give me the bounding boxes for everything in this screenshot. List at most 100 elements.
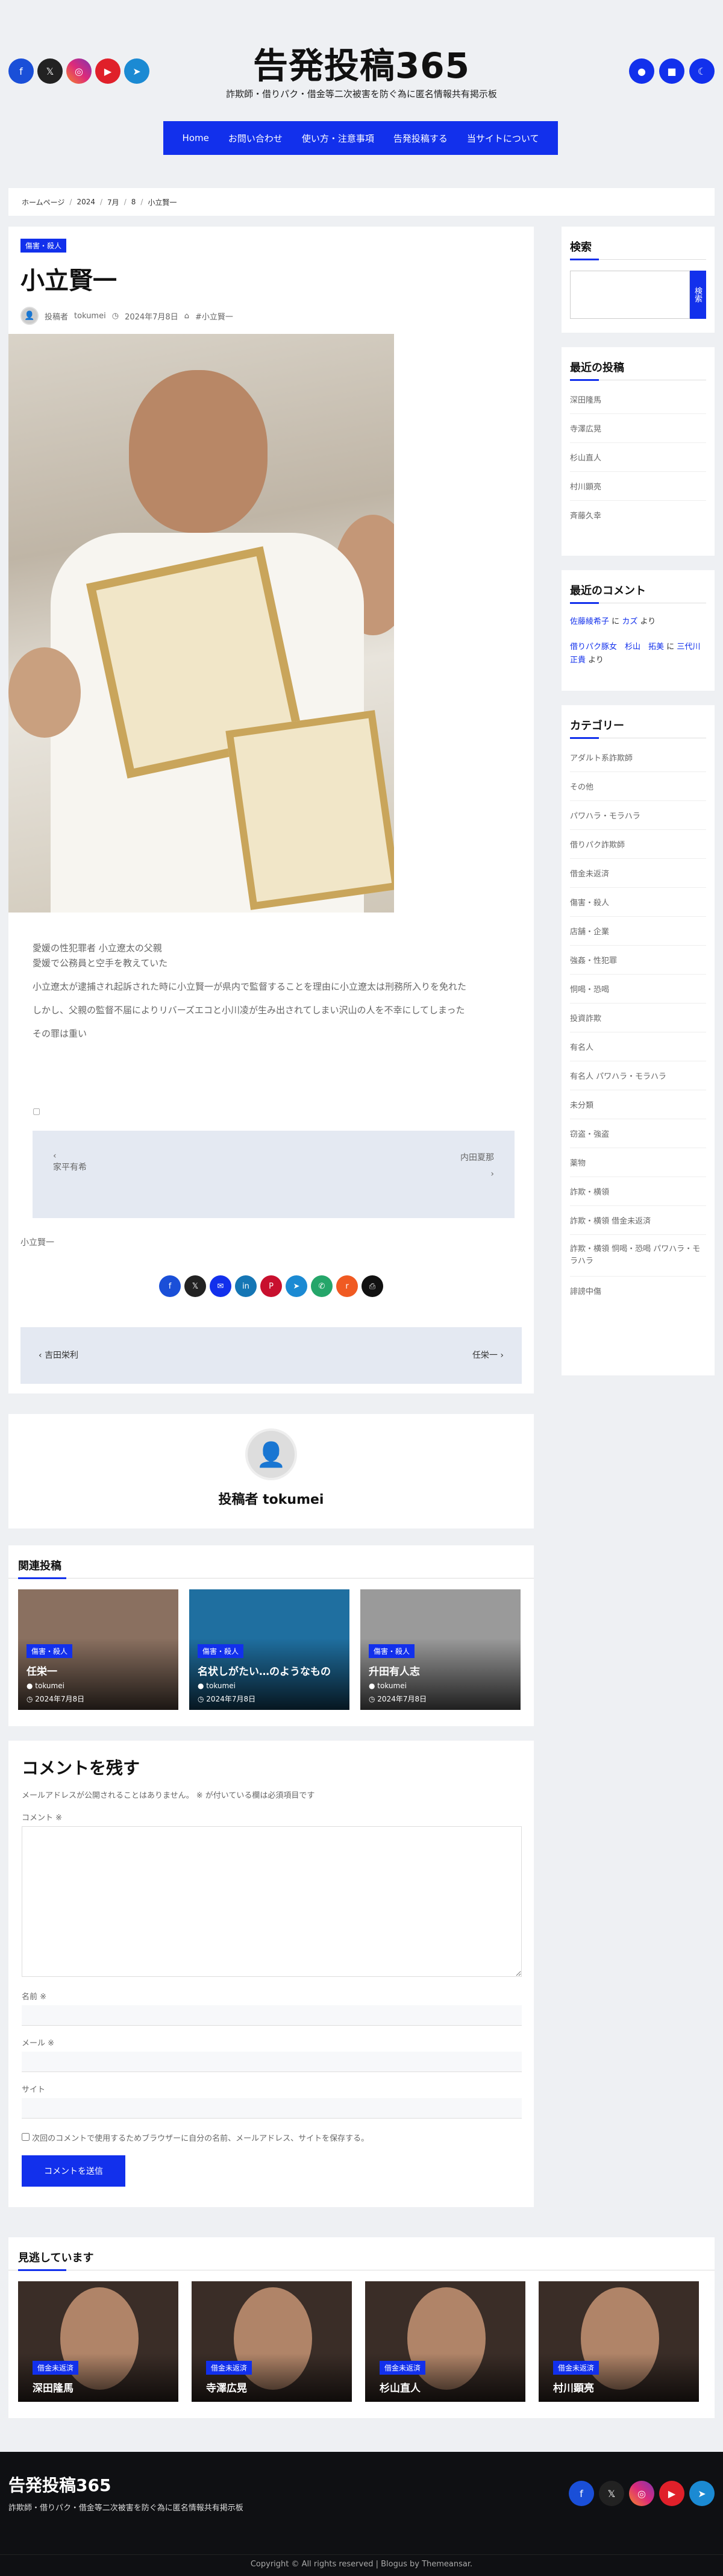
related-card[interactable]: 傷害・殺人 名状しがたい…のようなもの ● tokumei ◷ 2024年7月8… <box>189 1589 349 1710</box>
nav-post[interactable]: 告発投稿する <box>384 132 457 145</box>
category-item[interactable]: その他 <box>570 772 706 801</box>
related-category[interactable]: 傷害・殺人 <box>369 1644 415 1658</box>
category-badge[interactable]: 傷害・殺人 <box>20 239 67 253</box>
category-item[interactable]: 有名人 <box>570 1032 706 1061</box>
related-post-title[interactable]: 名状しがたい…のようなもの <box>198 1663 341 1678</box>
facebook-icon[interactable]: f <box>159 1275 181 1297</box>
site-title[interactable]: 告発投稿365 <box>0 37 723 88</box>
telegram-icon[interactable]: ➤ <box>689 2481 715 2506</box>
whatsapp-icon[interactable]: ✆ <box>311 1275 333 1297</box>
related-post-title[interactable]: 任栄一 <box>27 1663 170 1678</box>
related-card[interactable]: 傷害・殺人 任栄一 ● tokumei ◷ 2024年7月8日 <box>18 1589 178 1710</box>
x-icon[interactable]: 𝕏 <box>599 2481 624 2506</box>
email-field[interactable] <box>22 2052 522 2072</box>
category-item[interactable]: 詐欺・横領 借金未返済 <box>570 1206 706 1235</box>
missed-post-title[interactable]: 杉山直人 <box>380 2380 511 2395</box>
email-icon[interactable]: ✉ <box>210 1275 231 1297</box>
related-category[interactable]: 傷害・殺人 <box>27 1644 73 1658</box>
missed-category[interactable]: 借金未返済 <box>553 2361 599 2375</box>
article-tag[interactable]: #小立賢一 <box>195 310 233 322</box>
breadcrumb-month[interactable]: 7月 <box>107 197 119 207</box>
search-button[interactable]: 検索 <box>690 271 706 319</box>
category-item[interactable]: 借りパク詐欺師 <box>570 830 706 859</box>
nav-contact[interactable]: お問い合わせ <box>219 132 292 145</box>
recent-post-item[interactable]: 寺澤広晃 <box>570 414 706 443</box>
missed-category[interactable]: 借金未返済 <box>206 2361 252 2375</box>
photo-face <box>129 370 268 533</box>
category-item[interactable]: 借金未返済 <box>570 859 706 888</box>
missed-post-title[interactable]: 村川顕亮 <box>553 2380 684 2395</box>
author-avatar[interactable]: 👤 <box>20 307 39 325</box>
print-icon[interactable]: ⎙ <box>362 1275 383 1297</box>
nav-about[interactable]: 当サイトについて <box>457 132 549 145</box>
missed-post-title[interactable]: 深田隆馬 <box>33 2380 164 2395</box>
recent-post-item[interactable]: 村川顕亮 <box>570 472 706 501</box>
missed-card[interactable]: 借金未返済 杉山直人 <box>365 2281 525 2402</box>
recent-post-item[interactable]: 斉藤久幸 <box>570 501 706 529</box>
comment-post[interactable]: カズ <box>622 617 637 626</box>
recent-post-item[interactable]: 杉山直人 <box>570 443 706 472</box>
missed-post-title[interactable]: 寺澤広晃 <box>206 2380 337 2395</box>
missed-category[interactable]: 借金未返済 <box>380 2361 426 2375</box>
linkedin-icon[interactable]: in <box>235 1275 257 1297</box>
comment-textarea[interactable] <box>22 1826 522 1977</box>
missed-card[interactable]: 借金未返済 寺澤広晃 <box>192 2281 352 2402</box>
missed-category[interactable]: 借金未返済 <box>33 2361 79 2375</box>
category-item[interactable]: 投資詐欺 <box>570 1004 706 1032</box>
category-item[interactable]: 恫喝・恐喝 <box>570 975 706 1004</box>
category-item[interactable]: 店舗・企業 <box>570 917 706 946</box>
tag-line[interactable]: 小立賢一 <box>20 1236 54 1248</box>
pinterest-icon[interactable]: P <box>260 1275 282 1297</box>
post-nav-prev[interactable]: ‹ 家平有希 <box>53 1151 87 1173</box>
related-card[interactable]: 傷害・殺人 升田有人志 ● tokumei ◷ 2024年7月8日 <box>360 1589 521 1710</box>
missed-card[interactable]: 借金未返済 村川顕亮 <box>539 2281 699 2402</box>
category-item[interactable]: 詐欺・横領 <box>570 1177 706 1206</box>
youtube-icon[interactable]: ▶ <box>659 2481 684 2506</box>
related-author[interactable]: tokumei <box>35 1682 64 1690</box>
author-link[interactable]: tokumei <box>74 312 106 321</box>
category-item[interactable]: 窃盗・強盗 <box>570 1119 706 1148</box>
category-item[interactable]: 誹謗中傷 <box>570 1277 706 1305</box>
breadcrumb-day[interactable]: 8 <box>131 198 136 206</box>
facebook-icon[interactable]: f <box>569 2481 594 2506</box>
related-post-title[interactable]: 升田有人志 <box>369 1663 512 1678</box>
related-author[interactable]: tokumei <box>377 1682 407 1690</box>
user-icon[interactable]: ● <box>629 58 654 84</box>
cart-icon[interactable]: ■ <box>659 58 684 84</box>
moon-icon[interactable]: ☾ <box>689 58 715 84</box>
next-post-link[interactable]: 任栄一 › <box>472 1349 504 1361</box>
comment-author[interactable]: 借りパク豚女 杉山 拓美 <box>570 642 664 652</box>
breadcrumb-home[interactable]: ホームページ <box>22 197 64 207</box>
name-field[interactable] <box>22 2005 522 2026</box>
telegram-icon[interactable]: ➤ <box>286 1275 307 1297</box>
prev-post-link[interactable]: ‹ 吉田栄利 <box>39 1349 78 1361</box>
author-box-name[interactable]: 投稿者 tokumei <box>8 1489 534 1508</box>
comment-author[interactable]: 佐藤綾希子 <box>570 617 609 626</box>
category-item[interactable]: 薬物 <box>570 1148 706 1177</box>
article-date[interactable]: 2024年7月8日 <box>125 310 178 322</box>
instagram-icon[interactable]: ◎ <box>629 2481 654 2506</box>
related-category[interactable]: 傷害・殺人 <box>198 1644 244 1658</box>
save-info-checkbox[interactable] <box>22 2133 30 2141</box>
category-item[interactable]: アダルト系詐欺師 <box>570 743 706 772</box>
category-item[interactable]: 有名人 パワハラ・モラハラ <box>570 1061 706 1090</box>
category-item[interactable]: 傷害・殺人 <box>570 888 706 917</box>
recent-post-item[interactable]: 深田隆馬 <box>570 385 706 414</box>
site-field[interactable] <box>22 2098 522 2119</box>
missed-card[interactable]: 借金未返済 深田隆馬 <box>18 2281 178 2402</box>
related-author[interactable]: tokumei <box>206 1682 236 1690</box>
category-item[interactable]: 詐欺・横領 恫喝・恐喝 パワハラ・モラハラ <box>570 1235 706 1277</box>
post-nav-next[interactable]: 内田夏那 › <box>460 1151 494 1179</box>
category-item[interactable]: 強姦・性犯罪 <box>570 946 706 975</box>
nav-home[interactable]: Home <box>173 133 219 143</box>
category-item[interactable]: 未分類 <box>570 1090 706 1119</box>
reddit-icon[interactable]: r <box>336 1275 358 1297</box>
x-icon[interactable]: 𝕏 <box>184 1275 206 1297</box>
search-input[interactable] <box>570 271 690 319</box>
submit-comment-button[interactable]: コメントを送信 <box>22 2155 125 2187</box>
footer-title[interactable]: 告発投稿365 <box>8 2472 111 2496</box>
nav-usage[interactable]: 使い方・注意事項 <box>292 132 384 145</box>
author-avatar-large[interactable]: 👤 <box>245 1428 297 1480</box>
category-item[interactable]: パワハラ・モラハラ <box>570 801 706 830</box>
breadcrumb-year[interactable]: 2024 <box>77 198 95 206</box>
